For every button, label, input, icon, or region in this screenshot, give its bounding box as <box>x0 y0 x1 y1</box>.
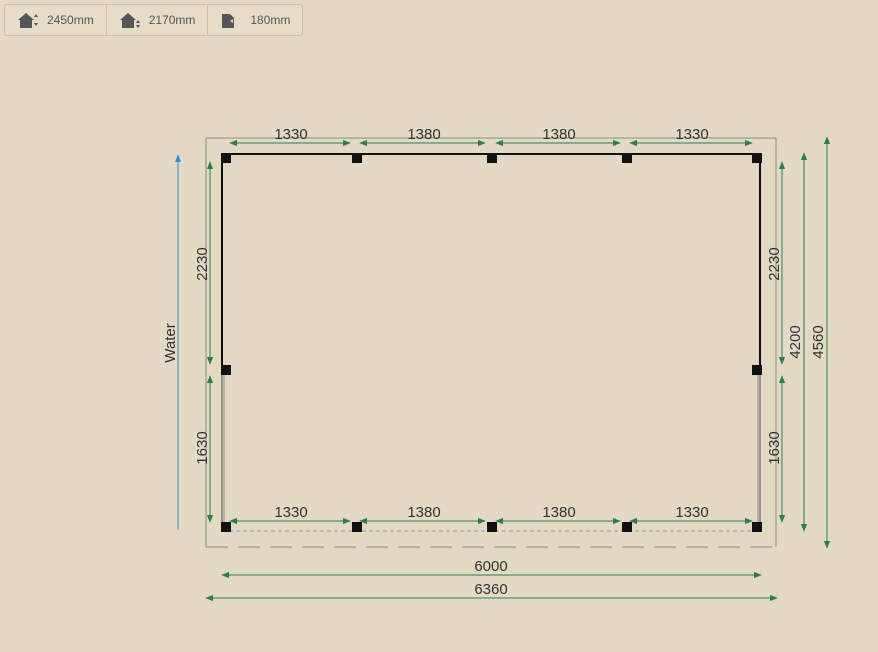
post <box>487 153 497 163</box>
left-segment-2: 1630 <box>194 431 211 464</box>
bottom-segment-3: 1380 <box>542 504 575 521</box>
right-segment-2: 1630 <box>766 431 783 464</box>
roof-outline <box>205 137 777 548</box>
bottom-segment-1: 1330 <box>274 504 307 521</box>
bottom-segment-4: 1330 <box>675 504 708 521</box>
post <box>352 522 362 532</box>
top-segment-4: 1330 <box>675 126 708 143</box>
post <box>221 522 231 532</box>
post <box>221 365 231 375</box>
right-segment-1: 2230 <box>766 247 783 280</box>
top-segment-3: 1380 <box>542 126 575 143</box>
top-segment-2: 1380 <box>407 126 440 143</box>
left-segment-1: 2230 <box>194 247 211 280</box>
post <box>752 153 762 163</box>
post <box>352 153 362 163</box>
inner-depth-label: 4200 <box>787 325 804 358</box>
water-label: Water <box>162 323 179 362</box>
inner-width-label: 6000 <box>474 558 507 575</box>
post <box>752 522 762 532</box>
floor-plan: Water 1330 1380 1380 1330 1330 1380 1380… <box>162 126 831 602</box>
post <box>752 365 762 375</box>
post <box>487 522 497 532</box>
outer-width-label: 6360 <box>474 581 507 598</box>
posts <box>221 153 762 532</box>
bottom-segment-2: 1380 <box>407 504 440 521</box>
post <box>622 522 632 532</box>
walls <box>221 153 761 532</box>
post <box>221 153 231 163</box>
outer-depth-label: 4560 <box>810 325 827 358</box>
post <box>622 153 632 163</box>
top-segment-1: 1330 <box>274 126 307 143</box>
